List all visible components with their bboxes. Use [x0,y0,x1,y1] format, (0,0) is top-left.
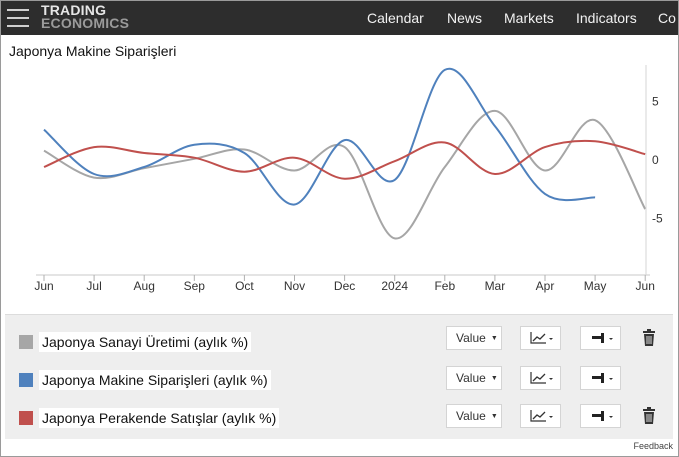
value-dropdown-machinery-orders[interactable]: Value ▼ [446,366,502,390]
series-line-industrial-production[interactable] [43,109,647,240]
x-tick-label: Jul [86,279,101,293]
logo-line-2: ECONOMICS [41,15,130,31]
value-dropdown-label: Value [456,371,486,385]
chart-type-dropdown-retail-sales[interactable] [520,404,561,428]
hamburger-menu-icon[interactable] [7,9,29,27]
y-tick-label: 5 [652,95,659,109]
chart-title-box: Japonya Makine Siparişleri [1,37,254,64]
trading-economics-logo[interactable]: TRADING ECONOMICS [41,3,130,31]
y-tick-label: 0 [652,153,659,167]
nav-news[interactable]: News [447,1,482,35]
x-tick-label: Sep [184,279,206,293]
trash-icon-industrial-production[interactable] [642,329,656,347]
axis-position-icon [591,333,613,343]
y-tick-label: -5 [652,212,663,226]
axis-dropdown-industrial-production[interactable] [580,326,621,350]
axis-dropdown-retail-sales[interactable] [580,404,621,428]
series-line-machinery-orders[interactable] [43,67,596,206]
axis-position-icon [591,373,613,383]
chart-type-dropdown-industrial-production[interactable] [520,326,561,350]
nav-markets[interactable]: Markets [504,1,554,35]
value-dropdown-industrial-production[interactable]: Value ▼ [446,326,502,350]
legend-panel: Japonya Sanayi Üretimi (aylık %) Value ▼ … [5,314,673,439]
x-tick-label: Jun [34,279,53,293]
legend-swatch-retail-sales [19,411,33,425]
x-tick-label: 2024 [381,279,408,293]
value-dropdown-label: Value [456,409,486,423]
x-tick-label: Oct [235,279,254,293]
legend-label-industrial-production[interactable]: Japonya Sanayi Üretimi (aylık %) [39,332,252,352]
legend-swatch-machinery-orders [19,373,33,387]
caret-down-icon: ▼ [490,335,498,343]
feedback-link[interactable]: Feedback [633,441,673,451]
line-chart-icon [529,332,553,344]
nav-calendar[interactable]: Calendar [367,1,424,35]
trash-icon-retail-sales[interactable] [642,407,656,425]
x-tick-label: Dec [334,279,355,293]
nav-more[interactable]: Co [658,1,676,35]
caret-down-icon: ▼ [490,375,498,383]
line-chart-icon [529,372,553,384]
x-tick-label: Nov [284,279,305,293]
value-dropdown-retail-sales[interactable]: Value ▼ [446,404,502,428]
x-tick-label: Feb [434,279,455,293]
line-chart-icon [529,410,553,422]
chart-title: Japonya Makine Siparişleri [9,43,177,59]
line-chart: Jun Jul Aug Sep Oct Nov Dec 2024 Feb Mar Apr May Jun… [34,65,663,293]
legend-label-machinery-orders[interactable]: Japonya Makine Siparişleri (aylık %) [39,370,271,390]
axis-position-icon [591,411,613,421]
x-tick-label: Aug [134,279,155,293]
x-tick-label: Jun [636,279,655,293]
axis-dropdown-machinery-orders[interactable] [580,366,621,390]
top-navigation-bar: TRADING ECONOMICS Calendar News Markets … [1,1,678,35]
nav-indicators[interactable]: Indicators [576,1,637,35]
x-tick-label: Apr [536,279,555,293]
caret-down-icon: ▼ [490,413,498,421]
chart-type-dropdown-machinery-orders[interactable] [520,366,561,390]
legend-swatch-industrial-production [19,335,33,349]
value-dropdown-label: Value [456,331,486,345]
x-tick-label: May [584,279,607,293]
x-tick-label: Mar [485,279,506,293]
legend-label-retail-sales[interactable]: Japonya Perakende Satışlar (aylık %) [39,408,280,428]
